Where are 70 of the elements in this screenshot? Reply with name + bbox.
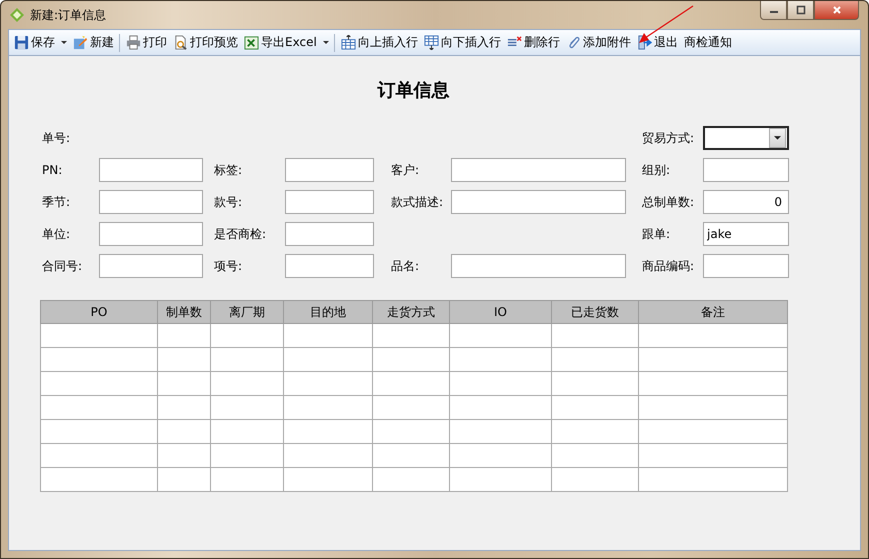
column-header[interactable]: 走货方式 [372,300,450,324]
input-field[interactable] [99,222,203,246]
field-label: 组别: [642,162,670,178]
input-field[interactable]: 0 [703,190,789,214]
close-button[interactable] [814,1,859,20]
document-magnifier-icon [173,35,188,50]
field-label: 客户: [391,162,420,178]
spreadsheet-icon [244,35,259,50]
toolbar-button[interactable]: 导出Excel [241,34,335,52]
field-label: 贸易方式: [642,130,694,146]
input-field[interactable] [99,158,203,182]
field-label: 总制单数: [642,194,694,210]
dropdown-button[interactable] [769,128,786,148]
dropdown-field[interactable] [703,126,789,150]
input-field[interactable] [285,254,374,278]
field-label: 是否商检: [214,226,266,242]
toolbar-button[interactable]: 保存 [11,32,70,54]
maximize-icon [796,5,806,15]
caret-icon [774,136,781,140]
input-field[interactable] [99,254,203,278]
field-label: 商品编码: [642,258,694,274]
toolbar-button[interactable]: 添加附件 [562,32,634,54]
column-header[interactable]: 制单数 [158,300,210,324]
caret-icon [61,40,67,44]
input-field[interactable] [285,190,374,214]
input-field[interactable] [451,190,626,214]
field-label: 标签: [214,162,242,178]
column-header[interactable]: PO [40,300,158,324]
close-icon [832,5,842,15]
column-header[interactable]: 已走货数 [552,300,638,324]
toolbar-button[interactable]: 向上插入行 [338,32,421,54]
maximize-button[interactable] [787,1,814,20]
table-insert-icon [340,35,356,50]
field-label: 单号: [42,130,70,146]
column-header[interactable]: 目的地 [284,300,372,324]
field-label: 品名: [391,258,420,274]
printer-icon [126,35,141,50]
floppy-icon [14,35,29,50]
field-label: 项号: [214,258,242,274]
toolbar-button[interactable]: 向下插入行 [420,32,504,54]
column-header[interactable]: 离厂期 [210,300,284,324]
toolbar-button[interactable]: 商检通知 [680,32,735,54]
field-label: 跟单: [642,226,670,242]
input-field[interactable] [451,254,626,278]
field-label: 款式描述: [391,194,444,210]
column-header[interactable]: IO [450,300,552,324]
table-insert-icon [424,35,439,50]
minimize-button[interactable] [760,1,787,20]
field-label: PN: [42,163,62,177]
input-field[interactable]: jake [703,222,789,246]
toolbar-button[interactable]: 删除行 [504,32,563,54]
input-field[interactable] [99,190,203,214]
input-field[interactable] [703,254,789,278]
field-label: 款号: [214,194,242,210]
toolbar-button[interactable]: 打印 [123,32,170,54]
form-title: 订单信息 [376,79,450,103]
field-label: 合同号: [42,258,82,274]
column-header[interactable]: 备注 [638,300,788,324]
input-field[interactable] [451,158,626,182]
input-field[interactable] [703,158,789,182]
pencil-icon [73,35,88,50]
window-title: 新建:订单信息 [30,6,106,24]
toolbar-button[interactable]: 打印预览 [170,32,241,54]
input-field[interactable] [285,222,374,246]
caret-icon [322,40,329,44]
field-label: 季节: [42,194,70,210]
field-label: 单位: [42,226,70,242]
diamond-icon [10,8,24,22]
input-field[interactable] [285,158,374,182]
toolbar-button[interactable]: 新建 [70,34,120,52]
